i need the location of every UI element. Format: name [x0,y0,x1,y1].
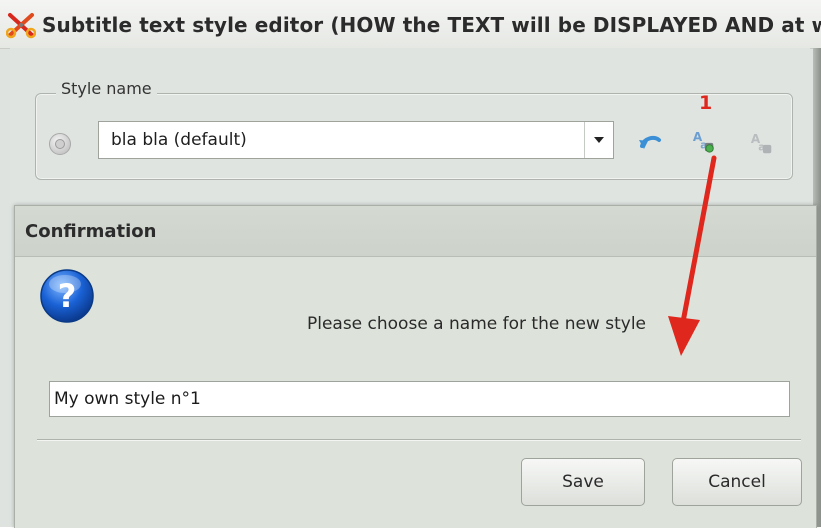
title-bar: Subtitle text style editor (HOW the TEXT… [0,0,821,49]
selected-style-value: bla bla (default) [111,130,247,150]
svg-text:?: ? [58,277,77,315]
save-button[interactable]: Save [521,458,645,506]
delete-style-icon[interactable]: A a [748,130,776,156]
dialog-header: Confirmation [15,206,816,257]
confirmation-dialog: Confirmation ? Please choose a name for … [14,205,817,528]
style-name-select[interactable]: bla bla (default) [98,121,614,159]
chevron-down-icon[interactable] [584,122,613,158]
undo-arrow-icon[interactable] [636,130,664,156]
dialog-title: Confirmation [25,221,157,242]
style-name-legend: Style name [56,79,157,98]
style-editor-window: Subtitle text style editor (HOW the TEXT… [0,0,821,528]
scissors-x-icon [6,13,36,39]
annotation-number: 1 [699,92,713,114]
cancel-button[interactable]: Cancel [672,458,802,506]
add-style-icon[interactable]: A a [690,128,718,154]
dialog-message: Please choose a name for the new style [306,314,647,334]
radio-disabled-icon[interactable] [49,133,71,155]
dialog-separator [37,439,801,441]
window-title: Subtitle text style editor (HOW the TEXT… [42,13,821,37]
style-name-input[interactable] [49,381,790,417]
